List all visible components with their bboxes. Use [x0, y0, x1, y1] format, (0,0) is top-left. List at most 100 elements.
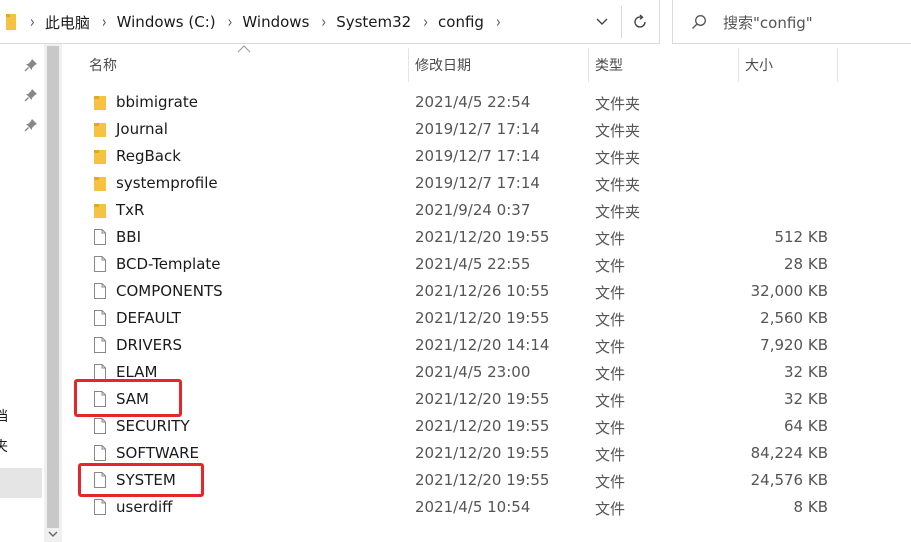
file-icon	[94, 337, 106, 353]
column-divider[interactable]	[588, 48, 589, 82]
refresh-button[interactable]	[628, 10, 652, 34]
file-name: BBI	[116, 228, 142, 246]
file-date: 2021/12/20 19:55	[415, 444, 550, 462]
breadcrumb: › 此电脑 › Windows (C:) › Windows › System3…	[30, 0, 511, 44]
chevron-down-icon[interactable]	[48, 530, 58, 538]
file-date: 2019/12/7 17:14	[415, 120, 540, 138]
folder-icon	[6, 14, 16, 30]
file-icon	[94, 283, 106, 299]
file-row[interactable]: DRIVERS 2021/12/20 14:14 文件 7,920 KB	[0, 332, 911, 359]
file-date: 2021/12/20 19:55	[415, 390, 550, 408]
file-name: userdiff	[116, 498, 173, 516]
file-size: 7,920 KB	[760, 336, 828, 354]
column-header-size[interactable]: 大小	[745, 44, 835, 86]
file-name: systemprofile	[116, 174, 218, 192]
file-type: 文件	[595, 311, 626, 329]
file-row[interactable]: userdiff 2021/4/5 10:54 文件 8 KB	[0, 494, 911, 521]
chevron-right-icon[interactable]: ›	[423, 12, 428, 32]
file-icon	[94, 499, 106, 515]
file-type: 文件	[595, 500, 626, 518]
address-bar[interactable]: › 此电脑 › Windows (C:) › Windows › System3…	[0, 0, 660, 44]
file-row[interactable]: SECURITY 2021/12/20 19:55 文件 64 KB	[0, 413, 911, 440]
file-icon	[94, 256, 106, 272]
file-name: BCD-Template	[116, 255, 221, 273]
file-date: 2021/12/20 14:14	[415, 336, 550, 354]
breadcrumb-item-windows[interactable]: Windows	[242, 13, 309, 31]
file-icon	[94, 229, 106, 245]
file-date: 2021/12/26 10:55	[415, 282, 550, 300]
file-name: Journal	[116, 120, 168, 138]
file-size: 32 KB	[784, 363, 828, 381]
file-date: 2019/12/7 17:14	[415, 147, 540, 165]
file-size: 32,000 KB	[750, 282, 828, 300]
file-type: 文件夹	[595, 122, 641, 140]
file-name: DEFAULT	[116, 309, 181, 327]
file-date: 2021/4/5 23:00	[415, 363, 531, 381]
chevron-right-icon[interactable]: ›	[30, 12, 35, 32]
file-size: 512 KB	[774, 228, 828, 246]
file-date: 2021/4/5 22:54	[415, 93, 531, 111]
breadcrumb-item-config[interactable]: config	[438, 13, 484, 31]
file-type: 文件	[595, 338, 626, 356]
column-header-name[interactable]: 名称	[89, 44, 407, 86]
file-type: 文件	[595, 257, 626, 275]
chevron-right-icon[interactable]: ›	[228, 12, 233, 32]
file-name: SECURITY	[116, 417, 190, 435]
file-date: 2019/12/7 17:14	[415, 174, 540, 192]
file-size: 64 KB	[784, 417, 828, 435]
file-type: 文件夹	[595, 149, 641, 167]
file-type: 文件夹	[595, 203, 641, 221]
file-row[interactable]: DEFAULT 2021/12/20 19:55 文件 2,560 KB	[0, 305, 911, 332]
file-icon	[94, 418, 106, 434]
pin-icon[interactable]	[24, 58, 38, 72]
file-type: 文件	[595, 230, 626, 248]
chevron-right-icon[interactable]: ›	[496, 12, 501, 32]
search-input[interactable]: 搜索"config"	[672, 0, 911, 44]
column-header-date[interactable]: 修改日期	[415, 44, 587, 86]
file-row[interactable]: BBI 2021/12/20 19:55 文件 512 KB	[0, 224, 911, 251]
chevron-right-icon[interactable]: ›	[102, 12, 107, 32]
file-type: 文件夹	[595, 95, 641, 113]
file-size: 8 KB	[793, 498, 828, 516]
file-row[interactable]: systemprofile 2019/12/7 17:14 文件夹	[0, 170, 911, 197]
file-size: 2,560 KB	[760, 309, 828, 327]
search-placeholder: 搜索"config"	[723, 14, 813, 32]
file-date: 2021/12/20 19:55	[415, 228, 550, 246]
file-type: 文件	[595, 392, 626, 410]
column-divider[interactable]	[408, 48, 409, 82]
highlight-box-sam	[74, 379, 182, 417]
refresh-icon	[634, 14, 646, 28]
breadcrumb-item-drive[interactable]: Windows (C:)	[117, 13, 216, 31]
chevron-right-icon[interactable]: ›	[321, 12, 326, 32]
file-icon	[94, 310, 106, 326]
file-type: 文件	[595, 419, 626, 437]
column-header-type[interactable]: 类型	[595, 44, 737, 86]
file-row[interactable]: bbimigrate 2021/4/5 22:54 文件夹	[0, 89, 911, 116]
folder-icon	[94, 204, 106, 218]
file-icon	[94, 445, 106, 461]
file-row[interactable]: RegBack 2019/12/7 17:14 文件夹	[0, 143, 911, 170]
divider	[621, 6, 622, 38]
file-type: 文件	[595, 446, 626, 464]
file-type: 文件	[595, 365, 626, 383]
file-row[interactable]: TxR 2021/9/24 0:37 文件夹	[0, 197, 911, 224]
file-date: 2021/12/20 19:55	[415, 309, 550, 327]
file-name: TxR	[116, 201, 145, 219]
highlight-box-system	[78, 463, 204, 497]
file-date: 2021/4/5 10:54	[415, 498, 531, 516]
file-row[interactable]: Journal 2019/12/7 17:14 文件夹	[0, 116, 911, 143]
column-header-label: 类型	[595, 58, 623, 74]
search-icon	[692, 15, 706, 29]
file-row[interactable]: BCD-Template 2021/4/5 22:55 文件 28 KB	[0, 251, 911, 278]
address-dropdown-button[interactable]	[588, 12, 616, 32]
breadcrumb-item-this-pc[interactable]: 此电脑	[45, 12, 90, 33]
chevron-down-icon	[596, 18, 608, 25]
column-divider[interactable]	[837, 48, 838, 82]
file-name: RegBack	[116, 147, 181, 165]
column-divider[interactable]	[738, 48, 739, 82]
file-date: 2021/12/20 19:55	[415, 471, 550, 489]
file-row[interactable]: COMPONENTS 2021/12/26 10:55 文件 32,000 KB	[0, 278, 911, 305]
file-date: 2021/4/5 22:55	[415, 255, 531, 273]
file-type: 文件夹	[595, 176, 641, 194]
breadcrumb-item-system32[interactable]: System32	[336, 13, 411, 31]
